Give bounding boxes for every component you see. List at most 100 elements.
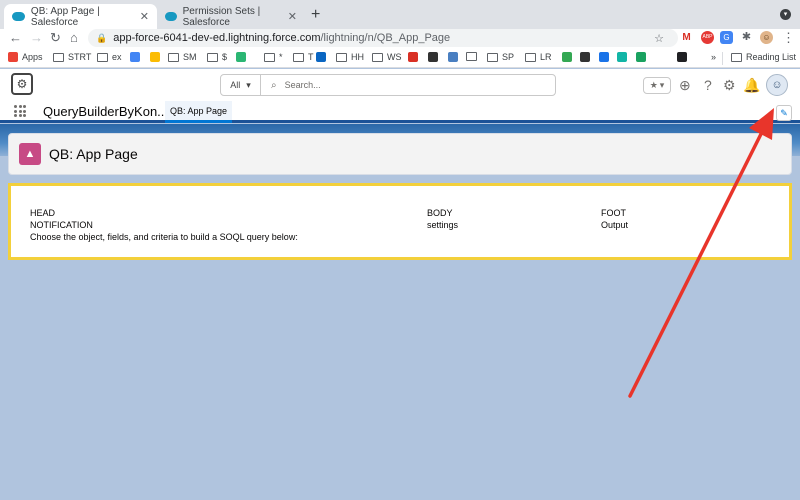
- browser-menu-icon[interactable]: ⋮: [782, 30, 795, 46]
- bookmark-item[interactable]: [130, 52, 144, 62]
- close-tab-icon[interactable]: ✕: [288, 10, 297, 23]
- star-icon: ★: [649, 80, 658, 90]
- page-header: ▲ QB: App Page: [8, 133, 792, 175]
- sigma-icon: [580, 52, 590, 62]
- salesforce-cloud-icon: [12, 12, 25, 21]
- foot-label: FOOT: [601, 208, 626, 218]
- nav-tab-qb-app-page[interactable]: QB: App Page: [165, 101, 232, 123]
- setup-gear-icon[interactable]: ⚙: [723, 77, 736, 94]
- abp-icon[interactable]: ABP: [701, 31, 714, 44]
- salesforce-global-header: ⚙ All ▾ ⌕ Search... ★ ▾ ⊕ ? ⚙ 🔔 ☺: [0, 69, 800, 101]
- gmail-icon[interactable]: M: [680, 31, 693, 44]
- folder-icon: [293, 52, 304, 62]
- browser-tab-permission-sets[interactable]: Permission Sets | Salesforce ✕: [157, 4, 305, 29]
- bookmark-item[interactable]: [316, 52, 330, 62]
- bookmark-item[interactable]: [636, 52, 650, 62]
- bookmark-item[interactable]: WS: [372, 52, 402, 62]
- address-bar[interactable]: 🔒 app-force-6041-dev-ed.lightning.force.…: [88, 29, 678, 47]
- body-column: BODY settings: [427, 207, 458, 231]
- bookmark-item[interactable]: [562, 52, 576, 62]
- forward-arrow-icon[interactable]: →: [30, 30, 43, 45]
- bookmark-item[interactable]: $: [207, 52, 227, 62]
- translate-icon[interactable]: G: [720, 31, 733, 44]
- linkedin-icon: [316, 52, 326, 62]
- window-menu-icon[interactable]: ▾: [780, 9, 791, 20]
- apps-grid-icon: [8, 52, 18, 62]
- edit-page-pencil-icon[interactable]: ✎: [776, 105, 792, 121]
- bookmark-label: STRT: [68, 52, 92, 62]
- browser-tab-qb-app-page[interactable]: QB: App Page | Salesforce ✕: [4, 4, 157, 29]
- bookmark-item[interactable]: [428, 52, 442, 62]
- notifications-bell-icon[interactable]: 🔔: [743, 77, 760, 94]
- app-launcher-icon[interactable]: [14, 105, 26, 117]
- hex-icon: [636, 52, 646, 62]
- bookmark-item[interactable]: Apps: [8, 52, 43, 62]
- reading-list-button[interactable]: Reading List: [731, 52, 796, 62]
- bookmarks-overflow-button[interactable]: »: [711, 52, 716, 62]
- bookmark-item[interactable]: STRT: [53, 52, 91, 62]
- global-actions-add-icon[interactable]: ⊕: [679, 77, 691, 94]
- folder-icon: [264, 52, 275, 62]
- back-arrow-icon[interactable]: ←: [9, 30, 22, 45]
- bookmark-item[interactable]: [466, 52, 481, 61]
- bookmark-item[interactable]: [580, 52, 594, 62]
- folder-icon: [487, 52, 498, 62]
- keep-icon: [150, 52, 160, 62]
- bookmark-item[interactable]: SP: [487, 52, 514, 62]
- bookmark-item[interactable]: [150, 52, 164, 62]
- bookmark-item[interactable]: T: [293, 52, 314, 62]
- k-icon: [599, 52, 609, 62]
- chevron-down-icon: ▾: [659, 80, 665, 90]
- instructions-text: Choose the object, fields, and criteria …: [30, 232, 298, 242]
- bookmark-item[interactable]: [617, 52, 631, 62]
- settings-label: settings: [427, 220, 459, 230]
- app-page-triangle-icon: ▲: [19, 143, 41, 165]
- page-title: QB: App Page: [49, 146, 138, 162]
- folder-icon: [372, 52, 383, 62]
- bookmark-item[interactable]: HH: [336, 52, 364, 62]
- favorites-button[interactable]: ★ ▾: [643, 77, 671, 94]
- browser-tab-strip: QB: App Page | Salesforce ✕ Permission S…: [0, 0, 800, 29]
- chevron-down-icon: ▾: [246, 79, 251, 90]
- black-sq-icon: [677, 52, 687, 62]
- bookmark-label: WS: [387, 52, 402, 62]
- bookmark-item[interactable]: [408, 52, 422, 62]
- r-icon: [448, 52, 458, 62]
- home-icon[interactable]: ⌂: [70, 30, 78, 45]
- bookmark-label: HH: [351, 52, 364, 62]
- output-label: Output: [601, 220, 629, 230]
- browser-toolbar: ← → ↻ ⌂ 🔒 app-force-6041-dev-ed.lightnin…: [0, 29, 800, 49]
- tab-title: Permission Sets | Salesforce: [182, 5, 261, 28]
- bookmark-item[interactable]: [236, 52, 250, 62]
- body-label: BODY: [427, 208, 453, 218]
- bookmark-item[interactable]: [599, 52, 613, 62]
- bookmark-item[interactable]: [448, 52, 462, 62]
- new-tab-button[interactable]: +: [311, 6, 320, 24]
- notification-label: NOTIFICATION: [30, 220, 93, 230]
- org-logo-icon[interactable]: ⚙: [11, 73, 33, 95]
- circle-icon: [428, 52, 438, 62]
- bookmark-item[interactable]: *: [264, 52, 283, 62]
- bookmarks-divider: [722, 52, 723, 65]
- search-icon: ⌕: [271, 79, 277, 91]
- search-scope-dropdown[interactable]: All ▾: [221, 75, 261, 95]
- bookmark-item[interactable]: ex: [97, 52, 122, 62]
- green-circle-icon: [562, 52, 572, 62]
- user-avatar[interactable]: ☺: [766, 74, 788, 96]
- bookmark-item[interactable]: SM: [168, 52, 197, 62]
- puzzle-icon[interactable]: ✱: [740, 31, 753, 44]
- bookmark-star-icon[interactable]: ☆: [654, 32, 664, 45]
- close-tab-icon[interactable]: ✕: [140, 10, 149, 23]
- url-path: /lightning/n/QB_App_Page: [320, 32, 451, 44]
- reload-icon[interactable]: ↻: [50, 30, 61, 46]
- bookmark-item[interactable]: [677, 52, 691, 62]
- help-icon[interactable]: ?: [704, 77, 712, 93]
- search-input[interactable]: Search...: [285, 80, 321, 90]
- bookmark-item[interactable]: LR: [525, 52, 552, 62]
- folder-icon: [336, 52, 347, 62]
- head-column: HEAD NOTIFICATION Choose the object, fie…: [30, 207, 298, 243]
- bookmarks-bar: » Reading List Apps STRT ex SM $ * T HH WS SP LR: [0, 49, 800, 68]
- profile-avatar-icon[interactable]: ☺: [760, 31, 773, 44]
- global-search[interactable]: All ▾ ⌕ Search...: [220, 74, 556, 96]
- search-scope-label: All: [230, 80, 241, 90]
